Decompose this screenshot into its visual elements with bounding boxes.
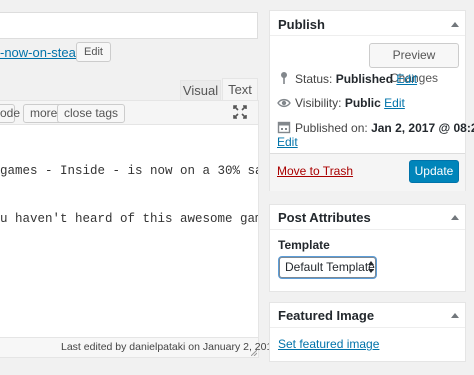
published-edit-link[interactable]: Edit xyxy=(277,135,298,149)
eye-icon xyxy=(277,98,291,108)
pin-icon xyxy=(281,72,287,84)
status-row: Status: Published Edit xyxy=(295,72,417,86)
edit-slug-button[interactable]: Edit xyxy=(76,42,111,62)
post-title-input[interactable] xyxy=(0,12,258,39)
published-label: Published on: xyxy=(295,121,368,135)
content-line-2: u haven't heard of this awesome game! xyxy=(0,212,258,226)
quicktag-code-button[interactable]: ode xyxy=(0,104,20,123)
featured-image-title: Featured Image xyxy=(278,308,375,323)
fullscreen-icon[interactable] xyxy=(233,105,247,119)
published-value: Jan 2, 2017 @ 08:20 xyxy=(371,121,474,135)
move-to-trash-link[interactable]: Move to Trash xyxy=(277,164,353,178)
visibility-edit-link[interactable]: Edit xyxy=(384,96,405,110)
set-featured-image-link[interactable]: Set featured image xyxy=(278,337,379,351)
triangle-up-icon[interactable] xyxy=(451,312,459,318)
template-select-value: Default Template xyxy=(285,260,375,274)
publish-box-divider xyxy=(270,35,465,36)
visibility-value: Public xyxy=(344,96,381,110)
featured-image-divider xyxy=(270,327,465,328)
content-line-1: games - Inside - is now on a 30% sale. M… xyxy=(0,164,258,178)
tab-visual[interactable]: Visual xyxy=(180,80,221,100)
status-value: Published xyxy=(335,72,394,86)
calendar-icon xyxy=(277,121,291,134)
status-edit-link[interactable]: Edit xyxy=(396,72,417,86)
published-on-row: Published on: Jan 2, 2017 @ 08:20 xyxy=(295,121,474,135)
visibility-label: Visibility: xyxy=(295,96,342,110)
triangle-up-icon[interactable] xyxy=(451,214,459,220)
template-label: Template xyxy=(278,238,330,252)
triangle-up-icon[interactable] xyxy=(451,21,459,27)
visibility-row: Visibility: Public Edit xyxy=(295,96,405,110)
select-arrows-icon xyxy=(368,261,374,273)
resize-handle-icon[interactable] xyxy=(251,350,257,356)
preview-changes-button[interactable]: Preview Changes xyxy=(369,43,459,85)
update-button[interactable]: Update xyxy=(409,160,459,183)
tab-text[interactable]: Text xyxy=(222,78,258,101)
post-attributes-divider xyxy=(270,229,465,230)
quicktag-close-tags-button[interactable]: close tags xyxy=(57,104,126,123)
post-content-text: games - Inside - is now on a 30% sale. M… xyxy=(0,131,258,243)
post-attributes-title: Post Attributes xyxy=(278,210,371,225)
publish-box-title: Publish xyxy=(278,17,325,32)
status-label: Status: xyxy=(295,72,333,86)
